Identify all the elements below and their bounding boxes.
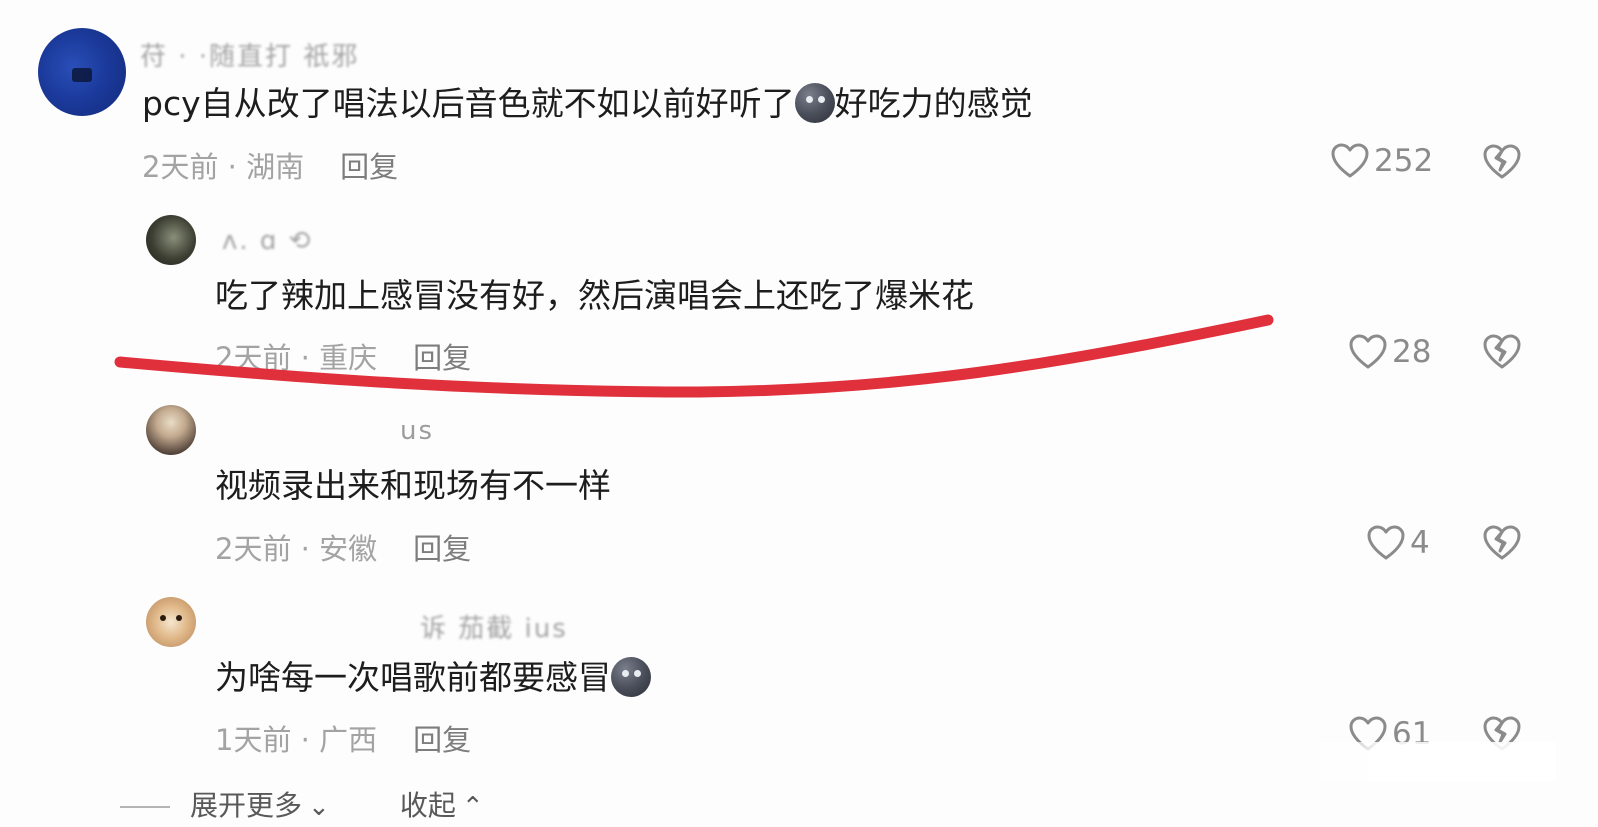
heart-outline-icon [1349, 334, 1387, 369]
chevron-down-icon: ⌄ [308, 792, 330, 822]
timestamp: 2天前 [215, 341, 292, 375]
like-button[interactable]: 4 [1366, 524, 1430, 562]
chevron-up-icon: ⌃ [461, 792, 484, 822]
heart-outline-icon [1367, 525, 1405, 560]
location: 重庆 [319, 341, 378, 375]
thread-controls: 展开更多 ⌄ 收起 ⌃ [120, 784, 484, 824]
comment-text: 为啥每一次唱歌前都要感冒 [215, 656, 651, 700]
avatar[interactable] [146, 597, 196, 647]
like-count: 28 [1392, 334, 1432, 370]
comment-text: 吃了辣加上感冒没有好，然后演唱会上还吃了爆米花 [215, 276, 974, 315]
username[interactable]: us [400, 416, 434, 446]
like-button[interactable]: 28 [1348, 333, 1431, 371]
heart-outline-icon [1331, 143, 1369, 178]
avatar[interactable] [146, 215, 196, 265]
moon-face-emoji [794, 82, 835, 123]
location: 湖南 [246, 150, 305, 184]
comment-meta: 2天前 · 重庆 回复 [215, 341, 472, 375]
location: 广西 [319, 723, 378, 757]
avatar[interactable] [146, 405, 196, 455]
timestamp: 2天前 [215, 532, 292, 566]
timestamp: 2天前 [142, 150, 219, 184]
broken-heart-icon[interactable] [1482, 143, 1522, 181]
like-count: 252 [1374, 143, 1434, 179]
comment-meta: 2天前 · 湖南 回复 [142, 150, 399, 184]
location: 安徽 [319, 532, 378, 566]
moon-face-emoji [611, 656, 651, 697]
timestamp: 1天前 [215, 723, 292, 757]
reply-button[interactable]: 回复 [340, 150, 398, 184]
broken-heart-icon[interactable] [1482, 333, 1522, 371]
username[interactable]: 苻 · ·随直打 祇邪 [140, 36, 359, 73]
comment-text: pcy自从改了唱法以后音色就不如以前好听了 好吃力的感觉 [142, 82, 1033, 123]
like-button[interactable]: 252 [1330, 142, 1433, 180]
avatar[interactable] [38, 28, 126, 116]
expand-more-button[interactable]: 展开更多 ⌄ [190, 789, 330, 822]
comment-text: 视频录出来和现场有不一样 [215, 466, 611, 505]
reply-button[interactable]: 回复 [413, 723, 471, 757]
reply-button[interactable]: 回复 [413, 341, 471, 375]
comment-meta: 1天前 · 广西 回复 [215, 723, 472, 757]
watermark-overlay [1296, 742, 1556, 782]
divider [120, 806, 170, 808]
broken-heart-icon[interactable] [1482, 524, 1522, 562]
collapse-button[interactable]: 收起 ⌃ [400, 789, 484, 822]
username[interactable]: 诉 茄截 ius [420, 608, 568, 645]
comment-meta: 2天前 · 安徽 回复 [215, 532, 472, 566]
like-count: 4 [1410, 525, 1430, 561]
username[interactable]: ᴧ. ɑ ⟲ [222, 226, 312, 256]
reply-button[interactable]: 回复 [413, 532, 471, 566]
